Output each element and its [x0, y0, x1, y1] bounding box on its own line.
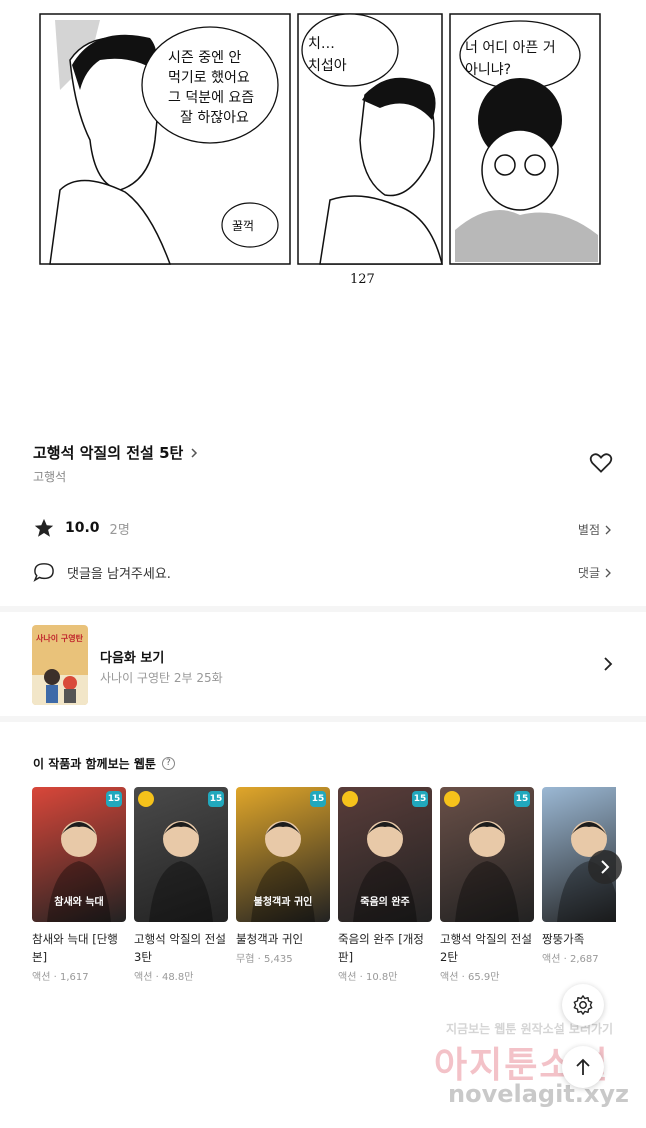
- comment-input-row[interactable]: 댓글을 남겨주세요.: [33, 562, 171, 582]
- recommend-heading: 이 작품과 함께보는 웹툰 ?: [33, 755, 175, 772]
- author-name: 고행석: [33, 470, 67, 484]
- clock-icon: [138, 791, 154, 807]
- thumbnail-title-text: 참새와 늑대: [54, 895, 103, 908]
- age-rating-badge: 15: [412, 791, 428, 807]
- recommend-thumbnail[interactable]: 15: [440, 787, 534, 922]
- next-episode-thumbnail[interactable]: 사나이 구영탄: [32, 625, 88, 705]
- recommend-meta: 액션 · 1,617: [32, 972, 89, 983]
- help-icon[interactable]: ?: [161, 757, 175, 770]
- clock-icon: [444, 791, 460, 807]
- recommend-thumbnail[interactable]: 죽음의 완주 15: [338, 787, 432, 922]
- comment-placeholder: 댓글을 남겨주세요.: [67, 566, 171, 582]
- bubble2-line2: 치섭아: [308, 58, 347, 74]
- chevron-right-icon: [601, 860, 610, 874]
- bubble3-line1: 너 어디 아픈 거: [465, 40, 556, 56]
- bubble1-line4: 잘 하잖아요: [180, 110, 249, 126]
- thumbnail-title-text: 죽음의 완주: [360, 895, 409, 908]
- figure-body: [353, 861, 417, 922]
- chevron-right-icon: [605, 525, 611, 534]
- recommend-item[interactable]: 죽음의 완주 15 죽음의 완주 [개정판] 액션 · 10.8만: [338, 787, 432, 983]
- recommend-thumbnail-art: 참새와 늑대: [47, 821, 111, 922]
- carousel-next-button[interactable]: [588, 850, 622, 884]
- comment-link[interactable]: 댓글: [578, 564, 612, 581]
- recommend-meta: 액션 · 2,687: [542, 954, 599, 965]
- age-rating-badge: 15: [514, 791, 530, 807]
- chevron-right-icon: [605, 568, 611, 577]
- recommend-thumbnail-art: 죽음의 완주: [353, 821, 417, 922]
- recommend-title: 불청객과 귀인: [236, 932, 304, 946]
- bubble2-line1: 치…: [308, 36, 335, 52]
- rating-value: 10.0: [65, 520, 100, 536]
- bubble1-line2: 먹기로 했어요: [168, 70, 250, 86]
- recommend-title: 참새와 늑대 [단행본]: [32, 932, 118, 964]
- recommend-heading-text: 이 작품과 함께보는 웹툰: [33, 757, 156, 771]
- arrow-up-icon: [576, 1058, 590, 1075]
- series-title-link[interactable]: 고행석 악질의 전설 5탄: [33, 442, 199, 463]
- recommend-thumbnail-art: [149, 821, 213, 922]
- age-rating-badge: 15: [310, 791, 326, 807]
- age-rating-badge: 15: [208, 791, 224, 807]
- recommend-thumbnail[interactable]: 불청객과 귀인 15: [236, 787, 330, 922]
- sfx-text: 꿀꺽: [232, 219, 254, 233]
- recommend-meta: 액션 · 10.8만: [338, 972, 398, 983]
- bubble1-line3: 그 덕분에 요즘: [168, 90, 254, 106]
- watermark-line3: novelagit.xyz: [448, 1080, 630, 1108]
- bubble3-line2: 아니냐?: [465, 62, 511, 78]
- chevron-right-icon: [191, 447, 198, 458]
- recommend-title: 고행석 악질의 전설 2탄: [440, 932, 532, 964]
- comment-link-label: 댓글: [577, 566, 600, 580]
- comic-page-image: 시즌 중엔 안 먹기로 했어요 그 덕분에 요즘 잘 하잖아요 꿀꺽 치… 치섭…: [0, 0, 646, 420]
- rating-row: 10.0 2명: [33, 517, 130, 539]
- recommend-item[interactable]: 15 고행석 악질의 전설 2탄 액션 · 65.9만: [440, 787, 534, 983]
- figure-body: [455, 861, 519, 922]
- thumbnail-title-text: 불청객과 귀인: [254, 895, 313, 908]
- recommend-title: 고행석 악질의 전설 3탄: [134, 932, 226, 964]
- recommend-meta: 액션 · 65.9만: [440, 972, 500, 983]
- series-title: 고행석 악질의 전설 5탄: [33, 444, 184, 462]
- next-episode-label: 다음화 보기: [100, 651, 165, 666]
- recommend-item[interactable]: 불청객과 귀인 15 불청객과 귀인 무협 · 5,435: [236, 787, 330, 965]
- recommend-meta: 액션 · 48.8만: [134, 972, 194, 983]
- recommend-meta: 무협 · 5,435: [236, 954, 293, 965]
- figure-body: [149, 861, 213, 922]
- page-number: 127: [350, 272, 375, 287]
- recommend-thumbnail[interactable]: 참새와 늑대 15: [32, 787, 126, 922]
- age-rating-badge: 15: [106, 791, 122, 807]
- next-episode-card[interactable]: [0, 612, 646, 716]
- settings-button[interactable]: [562, 984, 604, 1026]
- recommend-list: 참새와 늑대 15 참새와 늑대 [단행본] 액션 · 1,617 15 고행석 …: [32, 787, 616, 997]
- clock-icon: [342, 791, 358, 807]
- scroll-to-top-button[interactable]: [562, 1046, 604, 1088]
- heart-icon[interactable]: [588, 450, 614, 476]
- rating-link[interactable]: 별점: [578, 521, 612, 538]
- recommend-thumbnail-art: [455, 821, 519, 922]
- bubble1-line1: 시즌 중엔 안: [168, 50, 241, 66]
- recommend-thumbnail[interactable]: 15: [134, 787, 228, 922]
- recommend-item[interactable]: 15 고행석 악질의 전설 3탄 액션 · 48.8만: [134, 787, 228, 983]
- comment-bubble-icon: [33, 563, 54, 582]
- star-icon: [34, 518, 54, 537]
- rating-link-label: 별점: [577, 523, 600, 537]
- gear-icon: [573, 995, 593, 1015]
- recommend-thumbnail-art: 불청객과 귀인: [251, 821, 315, 922]
- recommend-title: 죽음의 완주 [개정판]: [338, 932, 424, 964]
- next-thumb-title: 사나이 구영탄: [36, 633, 84, 643]
- figure-body: [251, 861, 315, 922]
- figure-body: [47, 861, 111, 922]
- next-episode-subtitle: 사나이 구영탄 2부 25화: [100, 671, 223, 685]
- chevron-right-icon[interactable]: [602, 656, 614, 672]
- recommend-title: 짱뚱가족: [542, 932, 585, 946]
- recommend-item[interactable]: 참새와 늑대 15 참새와 늑대 [단행본] 액션 · 1,617: [32, 787, 126, 983]
- rating-count: 2명: [109, 522, 130, 538]
